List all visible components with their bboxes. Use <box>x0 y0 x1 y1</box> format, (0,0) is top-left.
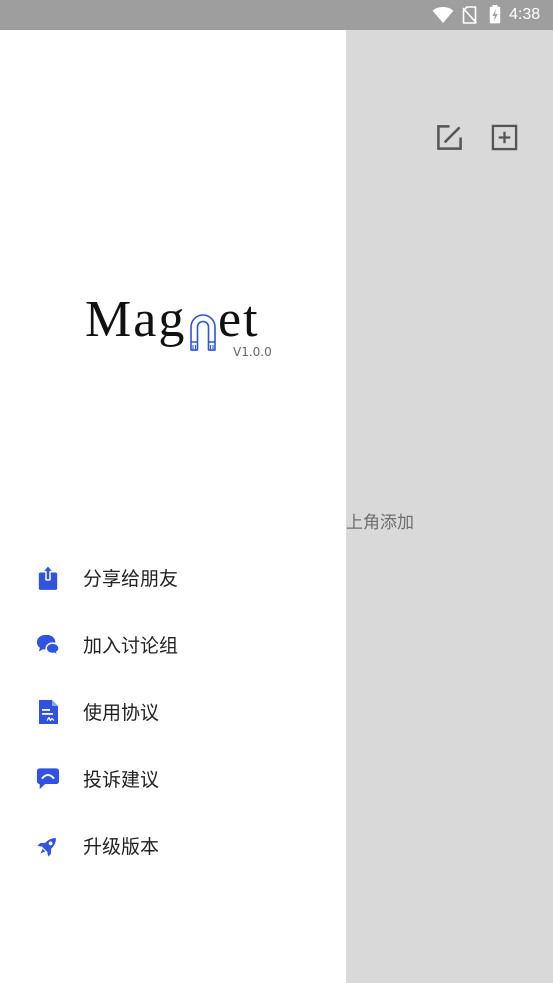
document-icon <box>36 699 60 725</box>
navigation-drawer: Mag et V1.0.0 分享给朋友 加入讨论组 使用协议 投诉建议 升级版本 <box>0 30 346 983</box>
add-box-icon[interactable] <box>491 124 518 151</box>
wifi-icon <box>432 7 454 23</box>
status-time: 4:38 <box>509 6 541 23</box>
battery-charging-icon <box>489 5 501 24</box>
menu-label: 加入讨论组 <box>83 635 179 657</box>
app-version: V1.0.0 <box>233 345 272 359</box>
menu-item-join-group[interactable]: 加入讨论组 <box>0 611 346 678</box>
menu-label: 使用协议 <box>83 702 160 724</box>
menu-item-share[interactable]: 分享给朋友 <box>0 544 346 611</box>
share-icon <box>36 564 60 591</box>
menu-item-terms[interactable]: 使用协议 <box>0 678 346 745</box>
feedback-icon <box>36 766 60 792</box>
menu-item-feedback[interactable]: 投诉建议 <box>0 745 346 812</box>
menu-label: 投诉建议 <box>83 769 160 791</box>
drawer-menu: 分享给朋友 加入讨论组 使用协议 投诉建议 升级版本 <box>0 544 346 879</box>
empty-hint: 上角添加 <box>346 513 414 533</box>
menu-label: 分享给朋友 <box>83 568 179 590</box>
menu-item-upgrade[interactable]: 升级版本 <box>0 812 346 879</box>
content-scrim[interactable]: 上角添加 <box>346 30 553 983</box>
no-sim-icon <box>462 6 477 24</box>
edit-icon[interactable] <box>436 124 463 151</box>
chat-icon <box>36 632 60 658</box>
status-bar: 4:38 <box>0 0 553 30</box>
rocket-icon <box>36 833 60 859</box>
logo-text-prefix: Mag <box>85 291 187 348</box>
menu-label: 升级版本 <box>83 836 160 858</box>
logo-text-suffix: et <box>218 291 260 348</box>
magnet-icon <box>190 314 216 351</box>
